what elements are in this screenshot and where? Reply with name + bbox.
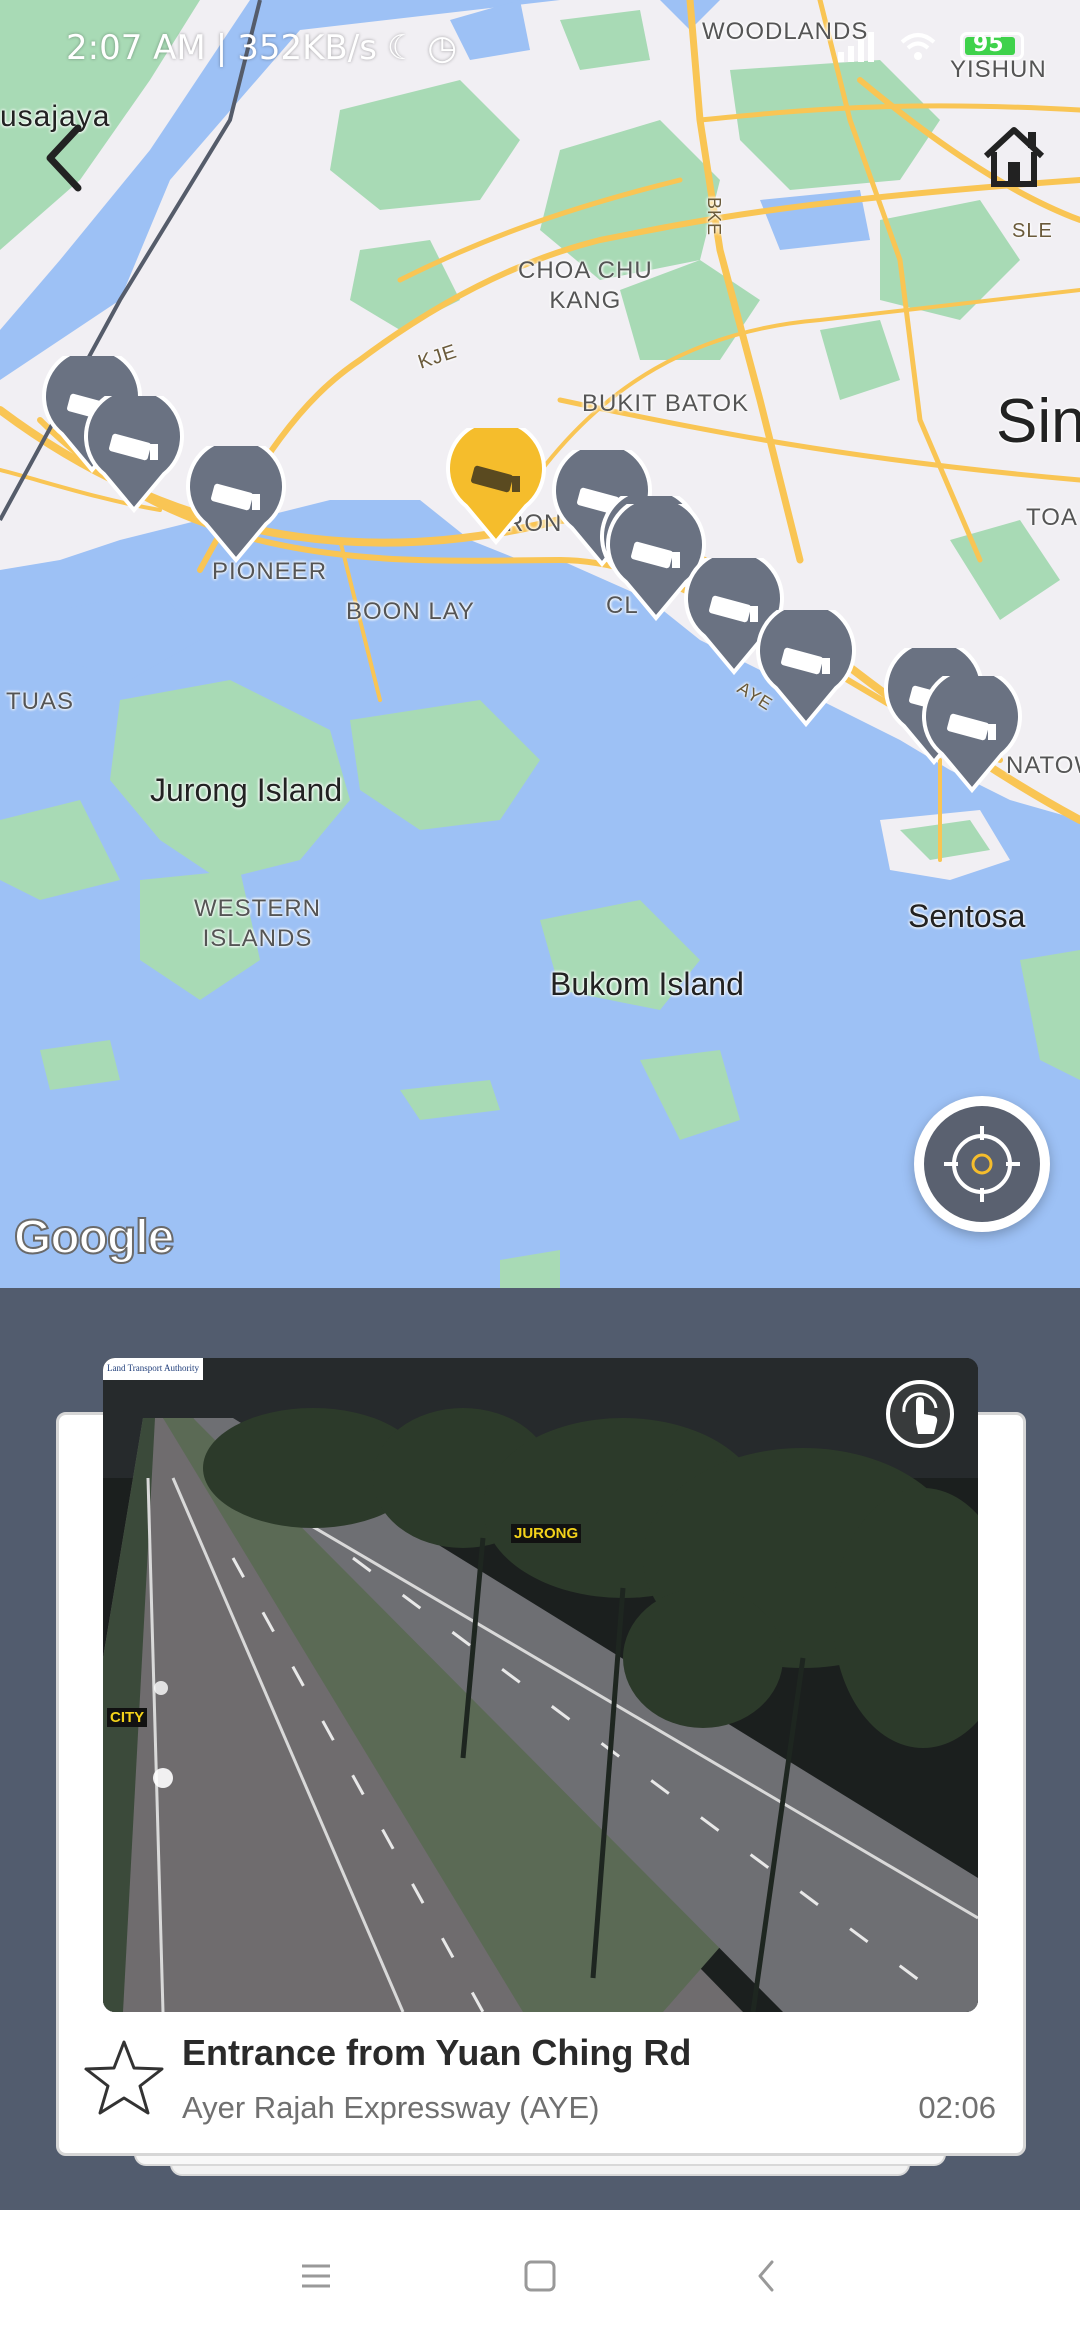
map-label-boon-lay: BOON LAY <box>346 598 475 625</box>
touch-view-button[interactable] <box>886 1380 954 1448</box>
back-button[interactable] <box>30 118 100 198</box>
moon-icon: ☾ <box>386 28 418 68</box>
system-nav-bar <box>0 2210 1080 2340</box>
home-icon <box>983 127 1045 187</box>
map-label-bukit-batok: BUKIT BATOK <box>582 390 750 417</box>
crosshair-icon <box>944 1126 1020 1202</box>
status-time: 2:07 AM <box>66 28 206 68</box>
map-label-sin: Sin <box>996 387 1080 456</box>
map-label-jurong-island: Jurong Island <box>150 772 343 808</box>
camera-tag-city: CITY <box>107 1708 148 1727</box>
status-bar: 2:07 AM | 352KB/s ☾ ◷ 95 <box>0 0 1080 100</box>
back-nav-button[interactable] <box>736 2246 796 2306</box>
home-square-icon <box>524 2260 556 2292</box>
camera-title: Entrance from Yuan Ching Rd <box>182 2032 692 2073</box>
home-nav-button[interactable] <box>510 2246 570 2306</box>
camera-pin[interactable] <box>186 446 286 564</box>
star-icon <box>84 2040 164 2115</box>
camera-expressway: Ayer Rajah Expressway (AYE) <box>182 2090 600 2125</box>
map-label-sle: SLE <box>1012 220 1053 242</box>
map-label-sentosa: Sentosa <box>908 898 1026 934</box>
map-label-yishun: YISHUN <box>950 56 1047 83</box>
map-label-woodlands: WOODLANDS <box>702 18 869 45</box>
hand-pointer-icon <box>902 1392 938 1434</box>
wifi-icon <box>900 33 936 60</box>
map-label-tuas: TUAS <box>6 688 75 715</box>
camera-feed-scene <box>103 1358 978 2012</box>
status-divider: | <box>215 28 228 68</box>
network-speed: 352KB/s <box>237 28 377 68</box>
favorite-button[interactable] <box>82 2036 166 2118</box>
google-attribution: Google <box>13 1210 175 1265</box>
map-tiles <box>0 0 1080 1288</box>
home-button[interactable] <box>978 122 1050 192</box>
camera-pin[interactable] <box>84 396 184 514</box>
camera-pin-selected[interactable] <box>446 428 546 546</box>
menu-icon <box>302 2264 330 2288</box>
map-label-bke: BKE <box>704 196 725 237</box>
map-view[interactable]: 2:07 AM | 352KB/s ☾ ◷ 95 WOODLANDS YISHU… <box>0 0 1080 1288</box>
map-label-western-islands: WESTERN ISLANDS <box>194 895 321 952</box>
status-left: 2:07 AM | 352KB/s ☾ ◷ <box>66 28 457 68</box>
lta-watermark: Land Transport Authority <box>103 1358 203 1380</box>
battery-level: 95 <box>973 32 1004 57</box>
camera-pin[interactable] <box>922 676 1022 794</box>
camera-tag-jurong: JURONG <box>511 1524 582 1543</box>
camera-timestamp: 02:06 <box>918 2090 996 2125</box>
alarm-icon: ◷ <box>427 28 458 68</box>
menu-button[interactable] <box>286 2246 346 2306</box>
chevron-left-icon <box>46 124 82 192</box>
map-label-choa-chu-kang: CHOA CHU KANG <box>518 257 653 314</box>
back-triangle-icon <box>758 2260 774 2292</box>
camera-feed-image[interactable]: Land Transport Authority JURONG CITY <box>103 1358 978 2012</box>
map-label-bukom-island: Bukom Island <box>550 966 744 1002</box>
my-location-button[interactable] <box>914 1096 1050 1232</box>
camera-pin[interactable] <box>756 610 856 728</box>
map-label-toa: TOA <box>1026 504 1078 531</box>
